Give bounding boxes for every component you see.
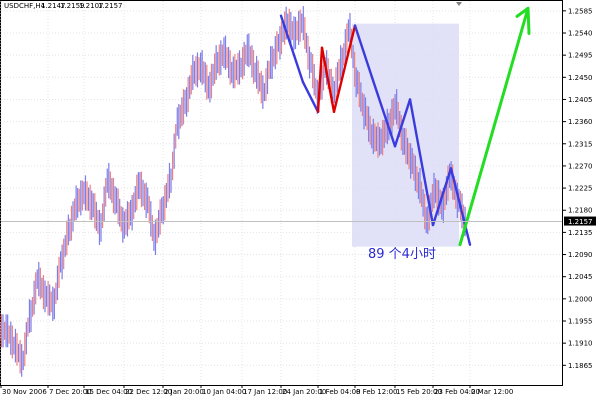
y-tick-label: 1.2315: [568, 140, 593, 148]
period-annotation: 89 个4小时: [368, 247, 436, 262]
price-bar: [240, 34, 248, 80]
price-bar: [217, 37, 225, 76]
y-tick-label: 1.1910: [568, 340, 593, 348]
price-bar: [108, 163, 116, 215]
price-bar: [84, 175, 93, 221]
x-tick-label: 8 Feb 12:00: [356, 388, 397, 396]
price-bar: [170, 107, 178, 193]
y-tick-label: 1.2225: [568, 185, 593, 193]
x-tick-label: 2 Jan 20:00: [164, 388, 204, 396]
price-bar: [178, 89, 186, 140]
chart-svg[interactable]: 1.2585 1.2540 1.2495 1.2450 1.2405 1.2360 1.23…: [0, 0, 600, 400]
price-bar: [115, 187, 124, 243]
price-bar: [45, 281, 54, 321]
price-bar: [14, 328, 23, 377]
price-bar: [232, 50, 241, 89]
price-bar: [92, 193, 101, 246]
price-bar: [193, 52, 202, 88]
y-tick-label: 1.2360: [568, 118, 593, 126]
price-bar: [302, 6, 311, 79]
price-bar: [0, 314, 7, 348]
y-tick-label: 1.2270: [568, 162, 593, 170]
x-tick-label: 10 Jan 04:00: [202, 388, 246, 396]
y-tick-label: 1.2045: [568, 273, 593, 281]
y-tick-label: 1.2540: [568, 30, 593, 38]
price-bar: [53, 251, 62, 320]
x-tick-label: 17 Jan 12:00: [243, 388, 287, 396]
y-tick-label: 1.2405: [568, 96, 593, 104]
arrowhead-right: [526, 6, 531, 35]
price-bar: [123, 199, 132, 239]
ohlc-close: 1.2157: [98, 2, 123, 10]
x-tick-label: 30 Nov 2006: [2, 388, 47, 396]
x-axis: 30 Nov 2006 7 Dec 20:0015 Dec 04:0022 Dec…: [0, 385, 513, 396]
y-tick-label: 1.1865: [568, 362, 593, 370]
chart-shift-marker-icon[interactable]: [456, 2, 462, 6]
y-tick-label: 1.2135: [568, 229, 593, 237]
price-bar: [154, 197, 163, 255]
price-bar: [186, 54, 194, 117]
price-bar: [30, 269, 38, 333]
y-tick-label: 1.2180: [568, 207, 593, 215]
y-tick-label: 1.1955: [568, 318, 593, 326]
price-bar: [162, 163, 171, 225]
price-bar: [201, 50, 209, 100]
price-bar: [22, 299, 31, 371]
y-tick-label: 1.2000: [568, 295, 593, 303]
y-tick-label: 1.2090: [568, 251, 593, 259]
price-bar: [61, 214, 69, 280]
price-bar: [100, 168, 108, 242]
y-tick-label: 1.2495: [568, 52, 593, 60]
y-tick-label: 1.2585: [568, 7, 593, 15]
y-tick-label: 1.2450: [568, 74, 593, 82]
price-bar: [294, 9, 303, 50]
price-bar: [256, 56, 264, 109]
price-bar: [38, 262, 46, 313]
price-bar: [248, 33, 256, 84]
price-bar: [77, 180, 85, 218]
symbol-timeframe: USDCHF,H4: [4, 2, 46, 10]
price-bar: [209, 45, 217, 103]
price-bar: [147, 187, 155, 251]
chart-window: 1.2585 1.2540 1.2495 1.2450 1.2405 1.2360 1.23…: [0, 0, 600, 400]
current-price-label: 1.2157: [568, 218, 593, 226]
price-bar: [139, 171, 147, 219]
x-tick-label: 2 Mar 12:00: [471, 388, 513, 396]
y-axis: 1.2585 1.2540 1.2495 1.2450 1.2405 1.2360 1.23…: [562, 7, 593, 370]
price-bar: [263, 46, 272, 102]
x-tick-label: 1 Feb 04:00: [319, 388, 360, 396]
